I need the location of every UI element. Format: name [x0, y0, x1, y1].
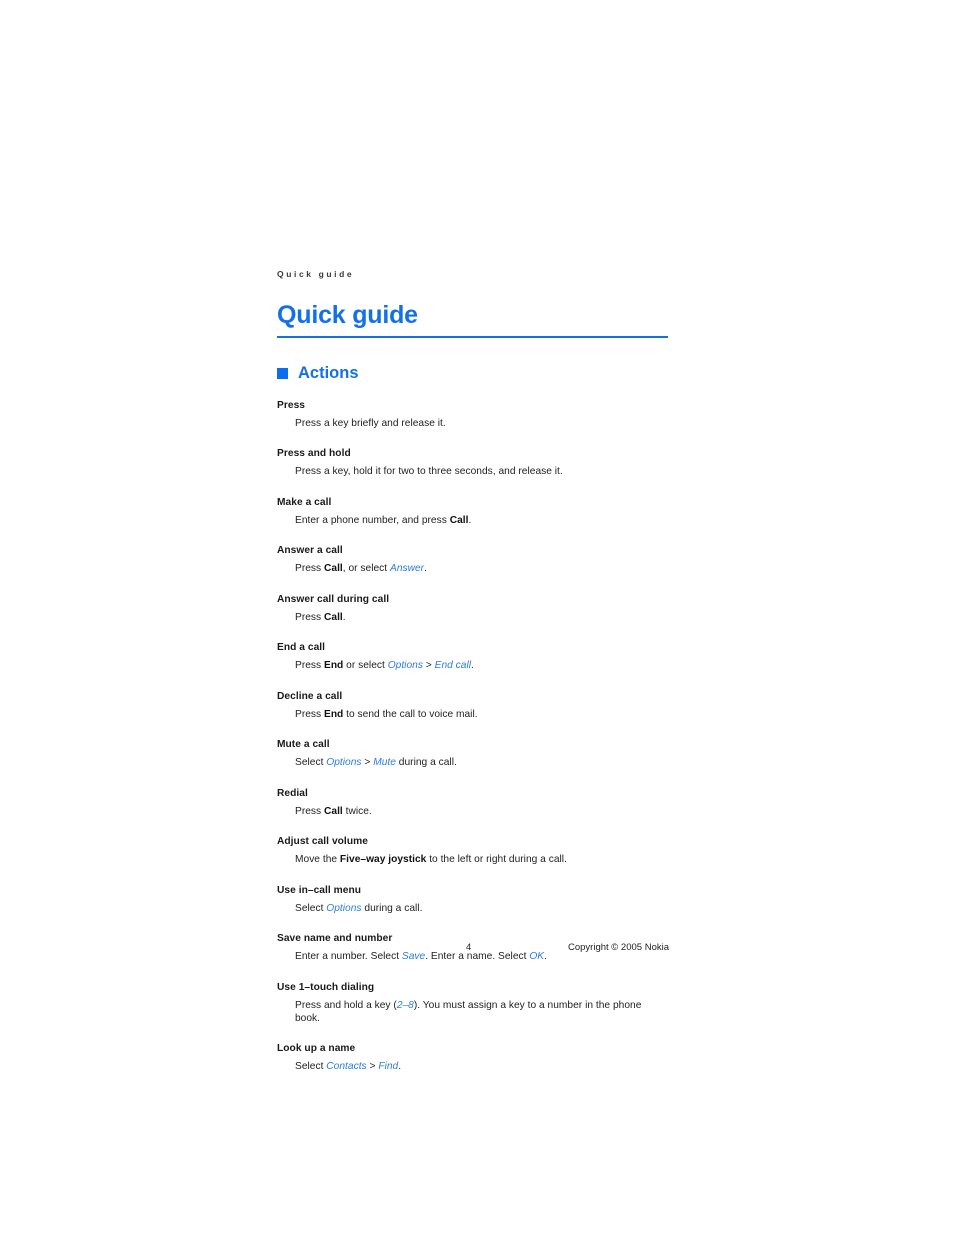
action-entry-term: Press [277, 399, 306, 411]
definition-text: > [366, 1061, 379, 1072]
cross-reference-link[interactable]: Contacts [326, 1061, 366, 1072]
definition-text: Press [295, 805, 324, 817]
definition-text: Enter a phone number, and press [295, 514, 450, 526]
action-entry-term: Answer a call [277, 545, 343, 556]
definition-text: Select [295, 757, 327, 768]
definition-text: . [468, 514, 472, 526]
definition-text: Press [295, 563, 324, 574]
action-entry: Look up a name Select Contacts > Find. [277, 1042, 669, 1073]
definition-text: > [422, 660, 435, 671]
action-entry-definition: Press Call. [295, 611, 669, 624]
cross-reference-link[interactable]: 2–8 [397, 1000, 414, 1011]
key-name-emphasis: End [324, 660, 344, 671]
definition-text: , or select [342, 563, 390, 574]
definition-text: Press and hold a key ( [295, 999, 397, 1011]
action-entry-term: Answer call during call [277, 593, 390, 605]
action-entry-definition: Press Call, or select Answer. [295, 562, 669, 575]
cross-reference-link[interactable]: Options [326, 757, 361, 768]
action-entry-term: Press and hold [277, 448, 351, 459]
definition-text: during a call. [361, 902, 423, 914]
page-number: 4 [466, 942, 472, 953]
cross-reference-link[interactable]: Answer [390, 563, 424, 574]
definition-text: or select [343, 660, 388, 671]
key-name-emphasis: Five–way joystick [339, 854, 427, 865]
action-entry-term: Make a call [277, 496, 332, 508]
action-entry: Answer a call Press Call, or select Answe… [277, 544, 669, 575]
action-entry: Answer call during call Press Call. [277, 593, 669, 624]
definition-text: Select [295, 1061, 327, 1072]
action-entry: Press Press a key briefly and release it. [277, 399, 669, 430]
action-entry-definition: Select Options > Mute during a call. [295, 756, 669, 769]
action-entry-definition: Press a key, hold it for two to three se… [295, 465, 669, 478]
action-entry-term: Look up a name [277, 1043, 356, 1054]
action-entry-definition: Press End to send the call to voice mail… [295, 708, 669, 721]
definition-text: twice. [342, 805, 372, 817]
document-page: Quick guide Quick guide Actions Press Pre… [0, 0, 954, 1235]
action-entry-definition: Enter a phone number, and press Call. [295, 514, 669, 527]
definition-text: to the left or right during a call. [426, 854, 567, 865]
key-name-emphasis: Call [449, 514, 469, 526]
key-name-emphasis: Call [324, 563, 343, 574]
key-name-emphasis: Call [324, 805, 343, 817]
definition-text: . [424, 563, 427, 574]
cross-reference-link[interactable]: Options [326, 903, 361, 914]
page-footer: 4 Copyright © 2005 Nokia [277, 941, 669, 955]
action-entry-definition: Select Contacts > Find. [295, 1060, 669, 1073]
action-entry: Redial Press Call twice. [277, 787, 669, 818]
action-entry-definition: Select Options during a call. [295, 902, 669, 915]
definition-text: Move the [295, 854, 340, 865]
action-entry-definition: Press a key briefly and release it. [295, 417, 669, 430]
definition-text: Press [295, 708, 324, 720]
action-entry-definition: Press Call twice. [295, 805, 669, 818]
action-entry: Mute a call Select Options > Mute during … [277, 738, 669, 769]
definition-text: to send the call to voice mail. [343, 708, 478, 720]
definition-text: . [398, 1061, 402, 1072]
action-entry: Use 1–touch dialing Press and hold a key … [277, 981, 669, 1025]
action-entry-term: Adjust call volume [277, 836, 368, 847]
copyright-notice: Copyright © 2005 Nokia [568, 942, 669, 953]
action-entry-term: Redial [277, 787, 308, 799]
action-entry-definition: Press End or select Options > End call. [295, 659, 669, 672]
cross-reference-link[interactable]: End call [435, 660, 471, 671]
action-entry: Decline a call Press End to send the call… [277, 690, 669, 721]
definition-text: Select [295, 902, 327, 914]
action-entry: End a call Press End or select Options > … [277, 641, 669, 672]
cross-reference-link[interactable]: Find [378, 1061, 398, 1072]
key-name-emphasis: Call [324, 611, 343, 623]
action-entry: Adjust call volume Move the Five–way joys… [277, 835, 669, 866]
action-entry: Make a call Enter a phone number, and pre… [277, 496, 669, 527]
definition-text: > [361, 757, 374, 768]
action-entry-term: Use 1–touch dialing [277, 981, 375, 993]
definition-text: . [471, 660, 474, 671]
action-entry-term: Use in–call menu [277, 884, 362, 896]
action-entry-definition: Press and hold a key (2–8). You must ass… [295, 999, 669, 1025]
section-title: Actions [298, 363, 359, 382]
running-header: Quick guide [277, 269, 355, 279]
key-name-emphasis: End [324, 708, 344, 720]
action-entry: Press and hold Press a key, hold it for t… [277, 447, 669, 478]
definition-text: Press a key briefly and release it. [295, 417, 446, 429]
definition-text: Press a key, hold it for two to three se… [295, 466, 563, 477]
definition-text: during a call. [395, 757, 457, 768]
definition-text: . [342, 611, 346, 623]
action-entry-list: Press Press a key briefly and release it.… [277, 399, 669, 1074]
action-entry: Use in–call menu Select Options during a … [277, 884, 669, 915]
section-heading-actions: Actions [277, 364, 669, 382]
cross-reference-link[interactable]: Mute [373, 757, 396, 768]
title-divider [277, 336, 668, 338]
square-bullet-icon [277, 368, 288, 379]
page-title: Quick guide [277, 301, 418, 329]
action-entry-definition: Move the Five–way joystick to the left o… [295, 853, 669, 866]
action-entry-term: Mute a call [277, 739, 330, 750]
action-entry-term: End a call [277, 642, 326, 653]
action-entry-term: Decline a call [277, 690, 343, 702]
definition-text: Press [295, 660, 324, 671]
cross-reference-link[interactable]: Options [388, 660, 423, 671]
definition-text: Press [295, 611, 324, 623]
